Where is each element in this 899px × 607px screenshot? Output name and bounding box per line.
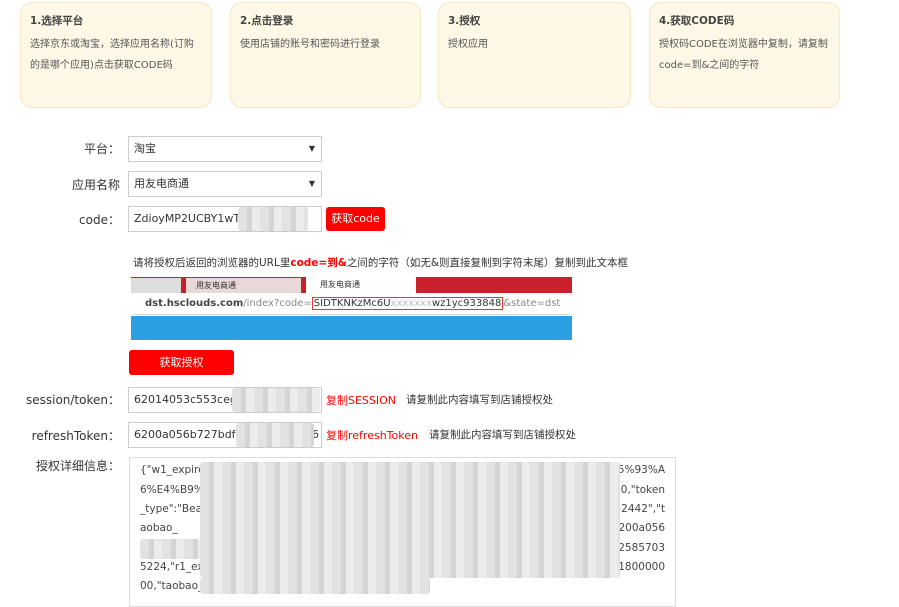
- step-title: 3.授权: [448, 15, 481, 27]
- authorize-button[interactable]: 获取授权: [129, 350, 234, 375]
- copy-refresh-token-link[interactable]: 复制refreshToken: [326, 427, 418, 443]
- redacted-block: [140, 539, 200, 559]
- redacted-block: [236, 423, 314, 447]
- redacted-block: [200, 462, 620, 578]
- example-screenshot: 用友电商通 用友电商通 dst.hsclouds.com/index?code=…: [131, 277, 572, 340]
- session-value: 62014053c553ceg0: [134, 393, 244, 406]
- step-desc: 授权码CODE在浏览器中复制，请复制code=到&之间的字符: [659, 39, 828, 71]
- session-label: session/token：: [25, 393, 120, 407]
- platform-value: 淘宝: [134, 142, 156, 155]
- refresh-token-value: 6200a056b727bdf5e: [134, 428, 250, 441]
- step-card-2: 2.点击登录使用店铺的账号和密码进行登录: [230, 2, 421, 108]
- app-select[interactable]: 用友电商通: [128, 171, 322, 197]
- auth-detail-textarea[interactable]: {"w1_expire E5%93%A 6%E4%B9% 000,"token _t…: [129, 457, 676, 607]
- step-title: 4.获取CODE码: [659, 15, 735, 27]
- app-label: 应用名称: [71, 178, 120, 192]
- step-desc: 授权应用: [448, 39, 488, 50]
- step-desc: 使用店铺的账号和密码进行登录: [240, 39, 380, 50]
- get-code-button[interactable]: 获取code: [326, 207, 385, 231]
- copy-session-link[interactable]: 复制SESSION: [326, 392, 396, 408]
- instruction-text: 请将授权后返回的浏览器的URL里code=到&之间的字符（如无&则直接复制到字符…: [133, 257, 629, 269]
- refresh-token-note: 请复制此内容填写到店铺授权处: [429, 429, 576, 441]
- code-label: code：: [79, 213, 120, 227]
- refresh-token-label: refreshToken：: [31, 429, 120, 443]
- step-title: 1.选择平台: [30, 15, 84, 27]
- step-card-3: 3.授权授权应用: [438, 2, 631, 108]
- step-card-4: 4.获取CODE码授权码CODE在浏览器中复制，请复制code=到&之间的字符: [649, 2, 840, 108]
- step-title: 2.点击登录: [240, 15, 294, 27]
- step-card-1: 1.选择平台选择京东或淘宝，选择应用名称(订购的是哪个应用)点击获取CODE码: [20, 2, 212, 108]
- session-note: 请复制此内容填写到店铺授权处: [406, 394, 553, 406]
- platform-label: 平台：: [83, 142, 120, 156]
- detail-label: 授权详细信息：: [35, 459, 120, 473]
- code-value: ZdioyMP2UCBY1wTir: [134, 212, 248, 225]
- app-value: 用友电商通: [134, 177, 189, 190]
- redacted-block: [238, 207, 308, 231]
- redacted-block: [200, 578, 430, 594]
- platform-select[interactable]: 淘宝: [128, 136, 322, 162]
- step-desc: 选择京东或淘宝，选择应用名称(订购的是哪个应用)点击获取CODE码: [30, 39, 194, 71]
- redacted-block: [232, 388, 320, 412]
